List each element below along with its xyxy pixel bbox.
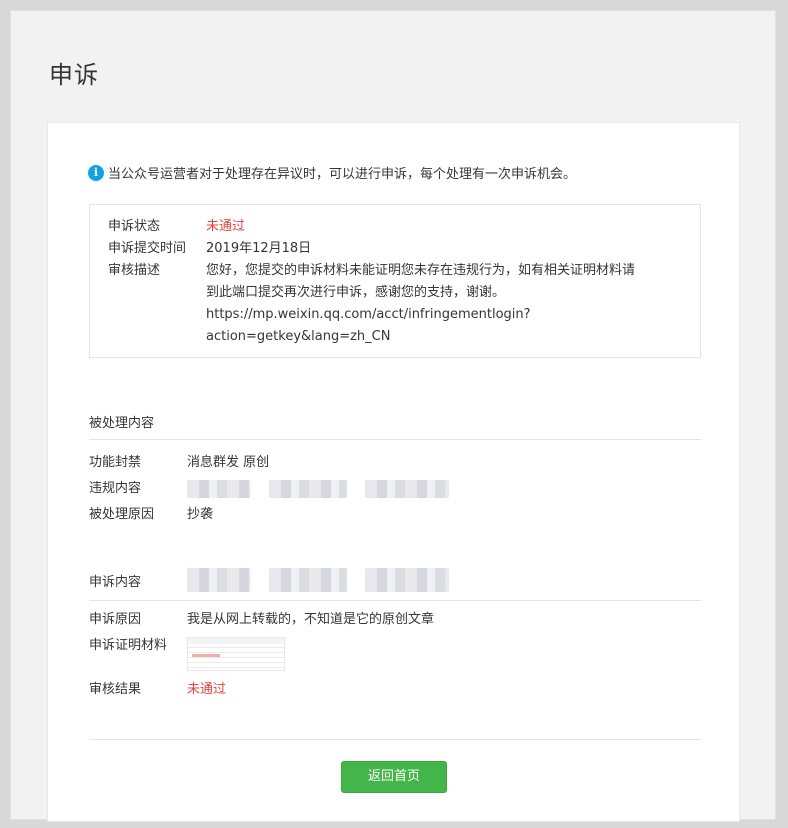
divider: [89, 739, 701, 740]
info-icon: i: [88, 164, 104, 181]
blurred-text: [269, 568, 347, 592]
appeal-section-label: 申诉内容: [89, 574, 142, 590]
notice-text: 当公众号运营者对于处理存在异议时，可以进行申诉，每个处理有一次申诉机会。: [108, 167, 577, 182]
processed-section-title: 被处理内容: [89, 412, 701, 440]
review-desc-label: 审核描述: [108, 263, 161, 278]
processed-rows: 功能封禁 消息群发 原创 违规内容 被处理原因 抄袭: [89, 450, 467, 528]
appeal-rows: 申诉原因 我是从网上转载的，不知道是它的原创文章 申诉证明材料 审核结果 未通过: [89, 607, 434, 703]
review-desc-link: https://mp.weixin.qq.com/acct/infringeme…: [206, 307, 531, 322]
violation-row: 违规内容: [89, 476, 467, 502]
evidence-row: 申诉证明材料: [89, 633, 434, 677]
processed-reason-label: 被处理原因: [89, 507, 155, 522]
reason-row: 被处理原因 抄袭: [89, 502, 467, 528]
review-desc-line: 您好，您提交的申诉材料未能证明您未存在违规行为，如有相关证明材料请: [206, 263, 636, 278]
blurred-text: [365, 479, 449, 498]
result-row: 审核结果 未通过: [89, 677, 434, 703]
status-label: 申诉状态: [108, 219, 161, 234]
submit-time-label: 申诉提交时间: [108, 241, 187, 256]
blurred-text: [269, 479, 347, 498]
appeal-section-title: 申诉内容: [89, 568, 701, 601]
appeal-status-box: 申诉状态 未通过 申诉提交时间 2019年12月18日 审核描述 您好，您提交的…: [89, 204, 701, 358]
status-row: 申诉状态 未通过: [108, 216, 682, 238]
appeal-content-blurred: [187, 568, 467, 592]
review-desc-line: 到此端口提交再次进行申诉，感谢您的支持，谢谢。: [206, 285, 506, 300]
submit-time-row: 申诉提交时间 2019年12月18日: [108, 238, 682, 260]
evidence-thumbnail[interactable]: [187, 637, 285, 671]
processed-reason-value: 抄袭: [187, 507, 214, 522]
appeal-reason-label: 申诉原因: [89, 612, 142, 627]
page-title: 申诉: [49, 61, 99, 89]
appeal-reason-row: 申诉原因 我是从网上转载的，不知道是它的原创文章: [89, 607, 434, 633]
submit-time-value: 2019年12月18日: [206, 241, 312, 256]
result-label: 审核结果: [89, 682, 142, 697]
notice: i 当公众号运营者对于处理存在异议时，可以进行申诉，每个处理有一次申诉机会。: [88, 163, 576, 182]
review-desc-row: 审核描述 您好，您提交的申诉材料未能证明您未存在违规行为，如有相关证明材料请 到…: [108, 260, 682, 348]
result-value: 未通过: [187, 682, 227, 697]
blurred-text: [187, 568, 251, 592]
return-home-button[interactable]: 返回首页: [341, 761, 447, 793]
appeal-page: 申诉 i 当公众号运营者对于处理存在异议时，可以进行申诉，每个处理有一次申诉机会…: [10, 10, 776, 822]
evidence-label: 申诉证明材料: [89, 638, 168, 653]
function-row: 功能封禁 消息群发 原创: [89, 450, 467, 476]
violation-content-blurred: [187, 476, 467, 502]
blurred-text: [365, 568, 449, 592]
blurred-text: [187, 479, 251, 498]
appeal-reason-value: 我是从网上转载的，不知道是它的原创文章: [187, 612, 435, 627]
review-desc-text: 您好，您提交的申诉材料未能证明您未存在违规行为，如有相关证明材料请 到此端口提交…: [206, 260, 682, 348]
evidence-cell: [187, 633, 285, 677]
appeal-card: i 当公众号运营者对于处理存在异议时，可以进行申诉，每个处理有一次申诉机会。 申…: [47, 122, 740, 822]
function-value: 消息群发 原创: [187, 455, 270, 470]
violation-label: 违规内容: [89, 481, 142, 496]
status-value: 未通过: [206, 219, 246, 234]
function-label: 功能封禁: [89, 455, 142, 470]
review-desc-link: action=getkey&lang=zh_CN: [206, 329, 391, 344]
